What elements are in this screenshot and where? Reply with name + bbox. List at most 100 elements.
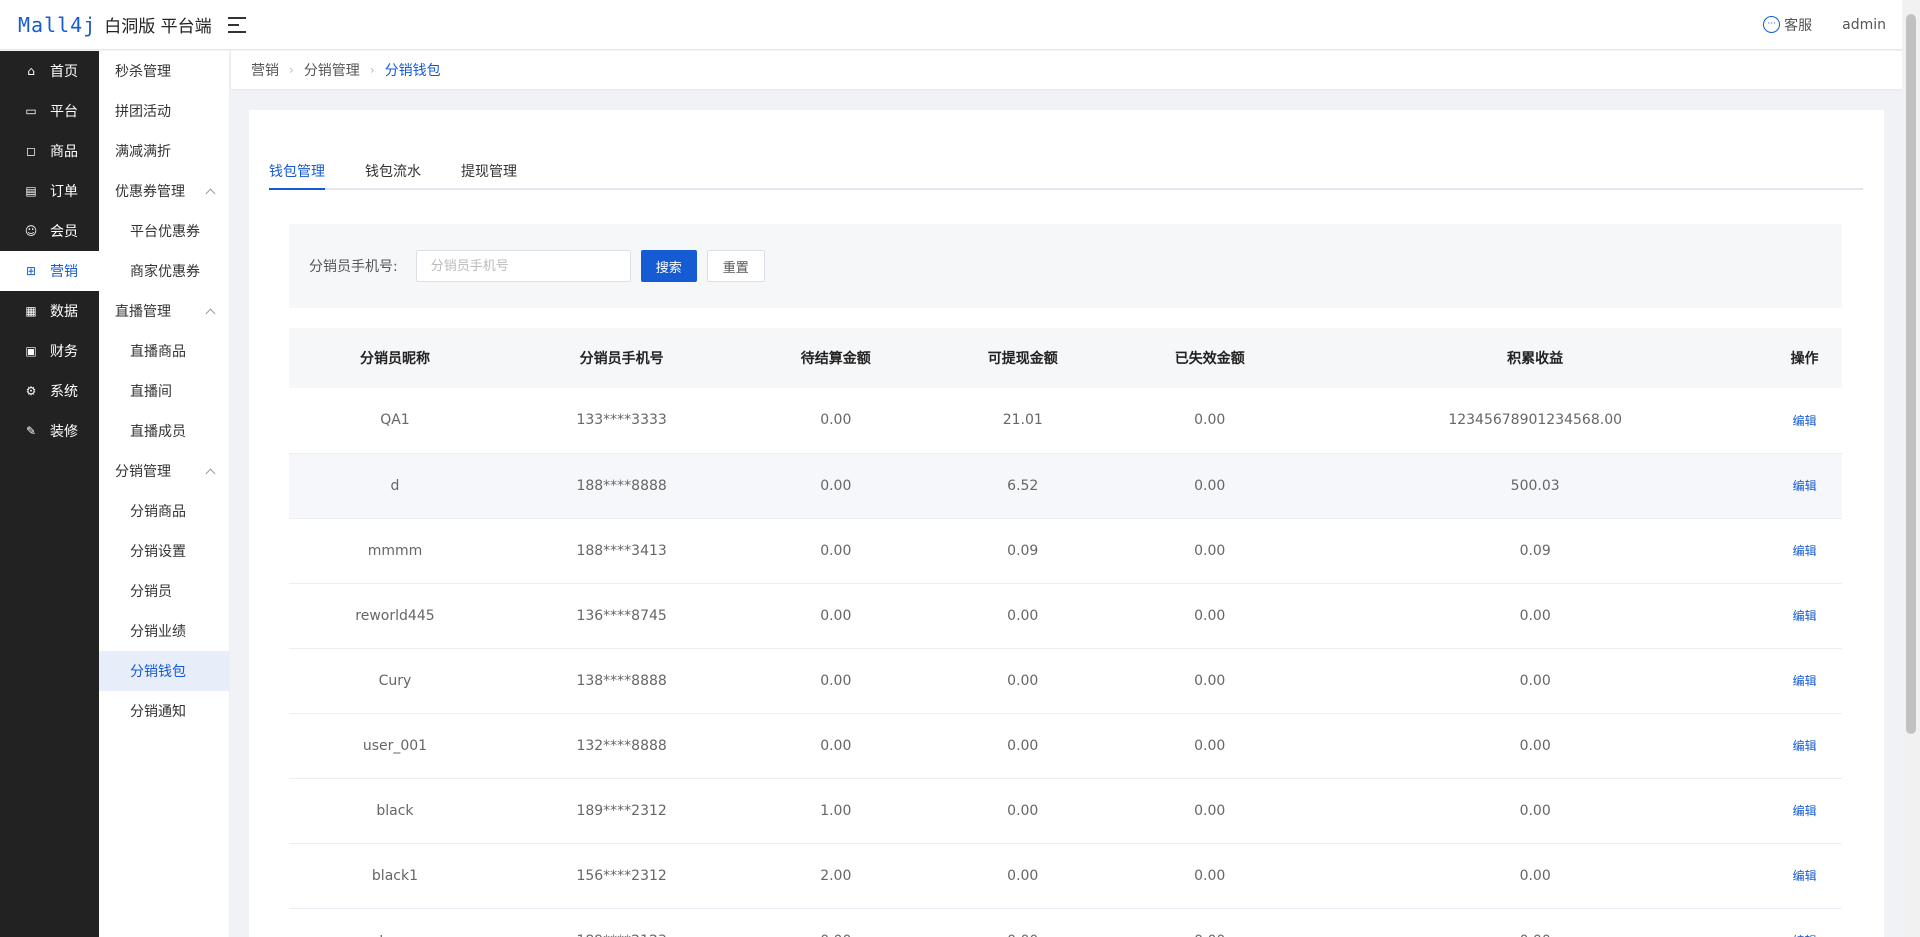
sub-menu-label: 直播管理 bbox=[115, 304, 171, 320]
edit-link[interactable]: 编辑 bbox=[1767, 453, 1842, 518]
customer-service-button[interactable]: ··· 客服 bbox=[1763, 15, 1812, 35]
table-cell: 136****8745 bbox=[576, 607, 667, 624]
sub-menu-item[interactable]: 分销商品 bbox=[99, 491, 229, 531]
sub-menu-label: 直播商品 bbox=[130, 344, 186, 360]
sub-menu-item[interactable]: 商家优惠券 bbox=[99, 251, 229, 291]
main-menu-item[interactable]: ⊞ 营销 bbox=[0, 251, 99, 291]
table-cell: 0.00 bbox=[1194, 542, 1226, 559]
table-cell: black bbox=[376, 802, 414, 819]
edit-link[interactable]: 编辑 bbox=[1767, 778, 1842, 843]
column-header: 积累收益 bbox=[1507, 351, 1564, 367]
sub-menu-group[interactable]: 分销管理 bbox=[99, 451, 229, 491]
sub-menu-item[interactable]: 满减满折 bbox=[99, 131, 229, 171]
main-menu-item[interactable]: ▭ 平台 bbox=[0, 91, 99, 131]
sub-menu-item[interactable]: 分销员 bbox=[99, 571, 229, 611]
sub-menu-label: 直播成员 bbox=[130, 424, 186, 440]
table-cell: 0.00 bbox=[1519, 867, 1551, 884]
table-cell: 0.00 bbox=[1303, 908, 1767, 937]
table-cell: black1 bbox=[371, 867, 418, 884]
edit-link[interactable]: 编辑 bbox=[1767, 388, 1842, 453]
sub-menu-group[interactable]: 优惠券管理 bbox=[99, 171, 229, 211]
tab-wallet-management[interactable]: 钱包管理 bbox=[269, 150, 325, 190]
phone-search-input[interactable] bbox=[415, 250, 631, 282]
logo-subtitle: 白洞版 平台端 bbox=[104, 17, 212, 37]
phone-label: 分销员手机号: bbox=[309, 259, 398, 275]
table-row: tony189****21230.000.000.000.00编辑 bbox=[289, 908, 1842, 937]
main-menu-label: 装修 bbox=[50, 424, 78, 440]
table-row: black1 156****2312 2.00 0.00 0.00 0.00 编辑 bbox=[289, 843, 1842, 908]
sub-menu-item[interactable]: 分销通知 bbox=[99, 691, 229, 731]
table-cell: tony bbox=[289, 908, 501, 937]
sub-menu-label: 拼团活动 bbox=[115, 104, 171, 120]
edit-link[interactable]: 编辑 bbox=[1767, 713, 1842, 778]
main-menu-item[interactable]: ⌂ 首页 bbox=[0, 51, 99, 91]
content-card: 钱包管理 钱包流水 提现管理 分销员手机号: 搜索 重置 分销员昵称 分销员手机号… bbox=[249, 110, 1884, 937]
main-menu-item[interactable]: ◻ 商品 bbox=[0, 131, 99, 171]
sub-menu-group[interactable]: 直播管理 bbox=[99, 291, 229, 331]
document-icon: ▤ bbox=[25, 184, 37, 198]
table-cell: 0.00 bbox=[929, 908, 1116, 937]
table-cell: 12345678901234568.00 bbox=[1448, 412, 1623, 429]
sub-menu-item[interactable]: 分销业绩 bbox=[99, 611, 229, 651]
table-row: Cury 138****8888 0.00 0.00 0.00 0.00 编辑 bbox=[289, 648, 1842, 713]
tab-withdrawal-management[interactable]: 提现管理 bbox=[461, 150, 517, 188]
main-menu-item[interactable]: ▣ 财务 bbox=[0, 331, 99, 371]
breadcrumb-item[interactable]: 分销管理 bbox=[304, 60, 360, 80]
sub-menu-item[interactable]: 直播商品 bbox=[99, 331, 229, 371]
table-cell: 0.00 bbox=[1519, 737, 1551, 754]
sub-menu-item[interactable]: 秒杀管理 bbox=[99, 51, 229, 91]
table-cell: mmmm bbox=[367, 542, 423, 559]
table-cell: 0.00 bbox=[820, 737, 852, 754]
sub-menu-item[interactable]: 直播间 bbox=[99, 371, 229, 411]
table-row: QA1 133****3333 0.00 21.01 0.00 1234567890123… bbox=[289, 388, 1842, 453]
top-header: Mall4j 白洞版 平台端 ··· 客服 admin bbox=[0, 0, 1902, 50]
table-cell: 0.00 bbox=[1007, 672, 1039, 689]
edit-link[interactable]: 编辑 bbox=[1767, 908, 1842, 937]
main-menu-item[interactable]: ⚙ 系统 bbox=[0, 371, 99, 411]
table-cell: 500.03 bbox=[1510, 477, 1560, 494]
breadcrumb-item[interactable]: 营销 bbox=[251, 60, 279, 80]
sub-menu-item[interactable]: 直播成员 bbox=[99, 411, 229, 451]
logo[interactable]: Mall4j 白洞版 平台端 bbox=[0, 12, 212, 37]
edit-link[interactable]: 编辑 bbox=[1767, 583, 1842, 648]
page-scrollbar[interactable] bbox=[1902, 0, 1920, 937]
sub-menu-item[interactable]: 平台优惠券 bbox=[99, 211, 229, 251]
sub-menu-label: 分销商品 bbox=[130, 504, 186, 520]
table-cell: 0.00 bbox=[1519, 672, 1551, 689]
chat-icon: ··· bbox=[1763, 16, 1781, 33]
search-form: 分销员手机号: 搜索 重置 bbox=[289, 224, 1842, 308]
table-cell: QA1 bbox=[380, 412, 410, 429]
gear-icon: ⚙ bbox=[25, 384, 37, 398]
table-cell: 0.00 bbox=[1194, 737, 1226, 754]
main-menu-item[interactable]: ☺ 会员 bbox=[0, 211, 99, 251]
sub-menu-item[interactable]: 分销钱包 bbox=[99, 651, 229, 691]
main-menu-item[interactable]: ✎ 装修 bbox=[0, 411, 99, 451]
table-cell: 156****2312 bbox=[576, 867, 667, 884]
tab-wallet-flow[interactable]: 钱包流水 bbox=[365, 150, 421, 188]
table-cell: d bbox=[390, 477, 400, 494]
sub-menu-label: 直播间 bbox=[130, 384, 172, 400]
home-icon: ⌂ bbox=[27, 64, 35, 78]
scrollbar-thumb[interactable] bbox=[1906, 14, 1916, 734]
sub-menu-item[interactable]: 拼团活动 bbox=[99, 91, 229, 131]
sub-menu-item[interactable]: 分销设置 bbox=[99, 531, 229, 571]
main-menu-label: 财务 bbox=[50, 344, 78, 360]
chevron-up-icon bbox=[205, 188, 216, 198]
edit-link[interactable]: 编辑 bbox=[1767, 843, 1842, 908]
table-cell: 0.00 bbox=[1519, 802, 1551, 819]
table-cell: 0.00 bbox=[1194, 867, 1226, 884]
table-cell: 189****2312 bbox=[576, 802, 667, 819]
main-menu-item[interactable]: ▦ 数据 bbox=[0, 291, 99, 331]
edit-link[interactable]: 编辑 bbox=[1767, 648, 1842, 713]
table-cell: user_001 bbox=[362, 737, 428, 754]
menu-collapse-icon[interactable] bbox=[227, 16, 246, 33]
table-cell: 0.00 bbox=[820, 477, 852, 494]
main-menu-item[interactable]: ▤ 订单 bbox=[0, 171, 99, 211]
sub-menu-label: 分销管理 bbox=[115, 464, 171, 480]
user-menu[interactable]: admin bbox=[1842, 17, 1886, 33]
reset-button[interactable]: 重置 bbox=[706, 250, 765, 282]
column-header: 待结算金额 bbox=[800, 351, 871, 367]
search-button[interactable]: 搜索 bbox=[640, 250, 697, 282]
edit-link[interactable]: 编辑 bbox=[1767, 518, 1842, 583]
table-cell: 189****2123 bbox=[501, 908, 742, 937]
